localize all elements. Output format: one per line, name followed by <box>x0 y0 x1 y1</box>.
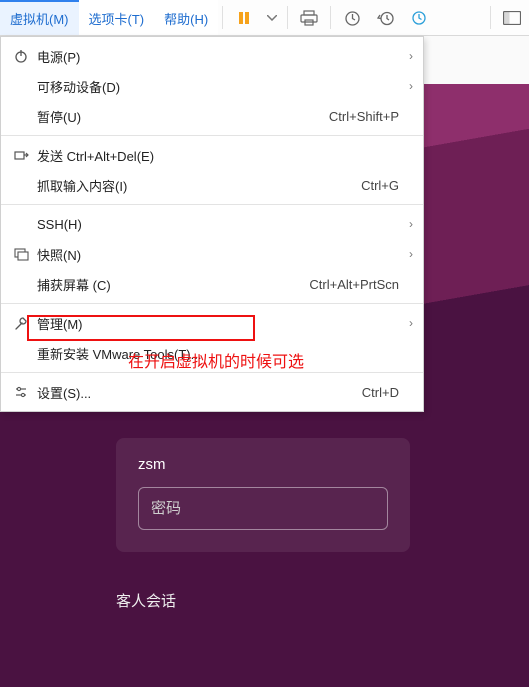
menu-grab-input[interactable]: 抓取输入内容(I) Ctrl+G <box>1 170 423 200</box>
submenu-arrow-icon: › <box>399 247 413 261</box>
label: 暂停(U) <box>33 107 81 126</box>
separator <box>287 6 288 29</box>
label: 电源(P) <box>33 47 80 66</box>
submenu-arrow-icon: › <box>399 49 413 63</box>
panel-icon <box>503 11 521 25</box>
snapshot-manage-button[interactable] <box>403 0 437 36</box>
shortcut: Ctrl+D <box>362 385 399 400</box>
menu-separator <box>1 303 423 304</box>
label: 管理(M) <box>33 314 83 333</box>
separator <box>490 6 491 29</box>
clock-gear-icon <box>411 10 429 27</box>
settings-icon <box>9 385 33 399</box>
annotation-text: 在开启虚拟机的时候可选 <box>128 348 304 372</box>
layout-toggle-button[interactable] <box>495 0 529 36</box>
printer-icon <box>300 10 318 26</box>
label: 发送 Ctrl+Alt+Del(E) <box>33 146 154 165</box>
snapshot-revert-button[interactable] <box>369 0 403 36</box>
password-input[interactable] <box>138 487 388 530</box>
separator <box>222 6 223 29</box>
clock-back-icon <box>377 10 395 27</box>
chevron-down-icon <box>267 15 277 21</box>
separator <box>330 6 331 29</box>
menu-separator <box>1 204 423 205</box>
label: 捕获屏幕 (C) <box>33 275 111 294</box>
snapshot-take-button[interactable] <box>335 0 369 36</box>
send-icon <box>9 149 33 162</box>
menu-help[interactable]: 帮助(H) <box>154 0 218 35</box>
pause-icon <box>236 10 252 26</box>
guest-session-link[interactable]: 客人会话 <box>116 590 176 611</box>
submenu-arrow-icon: › <box>399 217 413 231</box>
label: SSH(H) <box>33 217 82 232</box>
menu-separator <box>1 372 423 373</box>
menu-removable-devices[interactable]: 可移动设备(D) › <box>1 71 423 101</box>
menu-manage[interactable]: 管理(M) › <box>1 308 423 338</box>
print-button[interactable] <box>292 0 326 36</box>
menu-power[interactable]: 电源(P) › <box>1 41 423 71</box>
menu-capture-screen[interactable]: 捕获屏幕 (C) Ctrl+Alt+PrtScn <box>1 269 423 299</box>
label: 快照(N) <box>33 245 81 264</box>
pause-dropdown[interactable] <box>261 0 283 36</box>
menu-tabs[interactable]: 选项卡(T) <box>79 0 155 35</box>
snapshot-icon <box>9 248 33 261</box>
label: 抓取输入内容(I) <box>33 176 127 195</box>
menu-ssh[interactable]: SSH(H) › <box>1 209 423 239</box>
wrench-icon <box>9 316 33 330</box>
power-icon <box>9 49 33 63</box>
clock-icon <box>344 10 361 27</box>
menu-snapshot[interactable]: 快照(N) › <box>1 239 423 269</box>
menu-vm[interactable]: 虚拟机(M) <box>0 0 79 35</box>
pause-button[interactable] <box>227 0 261 36</box>
submenu-arrow-icon: › <box>399 79 413 93</box>
menu-settings[interactable]: 设置(S)... Ctrl+D <box>1 377 423 407</box>
menu-separator <box>1 135 423 136</box>
shortcut: Ctrl+Alt+PrtScn <box>309 277 399 292</box>
label: 可移动设备(D) <box>33 77 120 96</box>
shortcut: Ctrl+G <box>361 178 399 193</box>
menu-send-cad[interactable]: 发送 Ctrl+Alt+Del(E) <box>1 140 423 170</box>
login-username: zsm <box>138 456 388 473</box>
login-card: zsm <box>116 438 410 552</box>
shortcut: Ctrl+Shift+P <box>329 109 399 124</box>
submenu-arrow-icon: › <box>399 316 413 330</box>
label: 设置(S)... <box>33 383 91 402</box>
menubar: 虚拟机(M) 选项卡(T) 帮助(H) <box>0 0 529 36</box>
menu-pause[interactable]: 暂停(U) Ctrl+Shift+P <box>1 101 423 131</box>
